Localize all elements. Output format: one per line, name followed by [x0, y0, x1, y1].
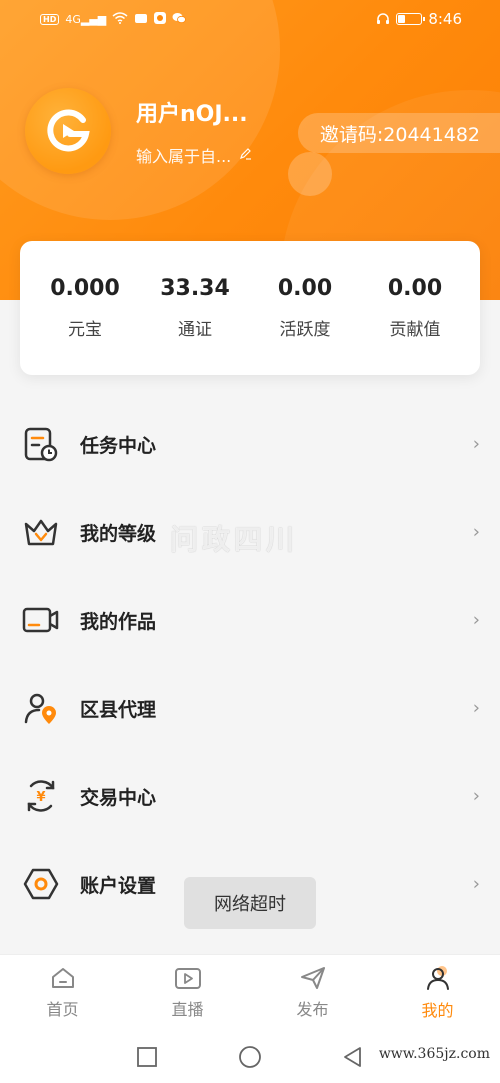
header-decoration — [288, 152, 332, 196]
agent-icon — [22, 689, 60, 727]
hd-badge: HD — [40, 13, 60, 25]
send-icon — [300, 966, 325, 989]
stat-value: 0.00 — [387, 276, 443, 301]
stat-contribution[interactable]: 0.00 贡献值 — [365, 276, 465, 340]
menu-label: 我的等级 — [80, 522, 157, 545]
crown-icon — [22, 513, 60, 551]
menu-label: 区县代理 — [80, 698, 157, 721]
stat-value: 0.000 — [50, 276, 120, 301]
menu-label: 我的作品 — [80, 610, 157, 633]
stat-value: 33.34 — [160, 276, 230, 301]
stat-label: 通证 — [178, 320, 212, 340]
app-notification-icon — [154, 12, 167, 26]
network-timeout-toast: 网络超时 — [184, 877, 316, 929]
pencil-icon — [239, 147, 252, 164]
stat-token[interactable]: 33.34 通证 — [145, 276, 245, 340]
chevron-right-icon: › — [472, 609, 480, 631]
tab-label: 直播 — [171, 999, 204, 1019]
stat-label: 活跃度 — [279, 320, 331, 340]
app-notification-icon — [134, 12, 148, 26]
signal-icon: 4G▂▄▆ — [65, 12, 107, 26]
video-icon — [22, 601, 60, 639]
chevron-right-icon: › — [472, 521, 480, 543]
menu-item-my-works[interactable]: 我的作品 › — [0, 576, 500, 664]
headphones-icon — [376, 12, 390, 27]
user-icon — [426, 965, 449, 990]
menu-item-trade-center[interactable]: ¥ 交易中心 › — [0, 752, 500, 840]
menu-item-task-center[interactable]: 任务中心 › — [0, 400, 500, 488]
battery-icon — [396, 13, 426, 25]
app-logo-icon — [47, 109, 90, 152]
tab-label: 发布 — [296, 999, 329, 1019]
tab-label: 我的 — [421, 1000, 454, 1020]
menu-label: 任务中心 — [80, 434, 157, 457]
settings-icon — [22, 865, 60, 903]
menu-item-county-agent[interactable]: 区县代理 › — [0, 664, 500, 752]
stat-label: 元宝 — [68, 320, 102, 340]
status-bar: HD 4G▂▄▆ 8:46 — [0, 0, 500, 38]
footer-watermark-url: www.365jz.com — [378, 1046, 490, 1062]
chevron-right-icon: › — [472, 697, 480, 719]
wifi-icon — [112, 12, 128, 26]
menu-label: 交易中心 — [80, 786, 157, 809]
avatar[interactable] — [25, 88, 111, 174]
watermark: 问政四川 — [170, 523, 299, 556]
tab-home[interactable]: 首页 — [0, 966, 125, 1020]
chevron-right-icon: › — [472, 873, 480, 895]
stat-yuanbao[interactable]: 0.000 元宝 — [35, 276, 135, 340]
stats-card: 0.000 元宝 33.34 通证 0.00 活跃度 0.00 贡献值 — [20, 241, 480, 375]
yuan-icon: ¥ — [22, 777, 60, 815]
recent-apps-icon[interactable] — [136, 1046, 158, 1068]
task-icon — [22, 425, 60, 463]
menu-label: 账户设置 — [80, 874, 157, 897]
svg-text:¥: ¥ — [36, 790, 45, 805]
username[interactable]: 用户nOJ... — [136, 96, 248, 128]
back-icon[interactable] — [342, 1046, 364, 1068]
invite-code-badge[interactable]: 邀请码:20441482 — [297, 113, 500, 153]
stat-label: 贡献值 — [389, 320, 441, 340]
stat-activity[interactable]: 0.00 活跃度 — [255, 276, 355, 340]
wechat-icon — [172, 12, 187, 26]
tab-label: 首页 — [46, 999, 79, 1019]
bottom-tab-bar: 首页 直播 发布 我的 — [0, 954, 500, 1030]
stat-value: 0.00 — [277, 276, 333, 301]
menu-list: 任务中心 › 我的等级 › 我的作品 › 区县代理 › ¥ 交易中心 › 账户设… — [0, 400, 500, 928]
tab-mine[interactable]: 我的 — [375, 965, 500, 1021]
home-button-icon[interactable] — [238, 1045, 262, 1069]
chevron-right-icon: › — [472, 785, 480, 807]
signature-edit[interactable]: 输入属于自... — [136, 143, 252, 167]
status-time: 8:46 — [428, 10, 462, 28]
signature-text: 输入属于自... — [136, 147, 232, 166]
tab-publish[interactable]: 发布 — [250, 966, 375, 1020]
live-icon — [174, 967, 201, 989]
signal-label: 4G — [65, 12, 81, 26]
tab-live[interactable]: 直播 — [125, 966, 250, 1020]
home-icon — [51, 967, 74, 988]
chevron-right-icon: › — [472, 433, 480, 455]
